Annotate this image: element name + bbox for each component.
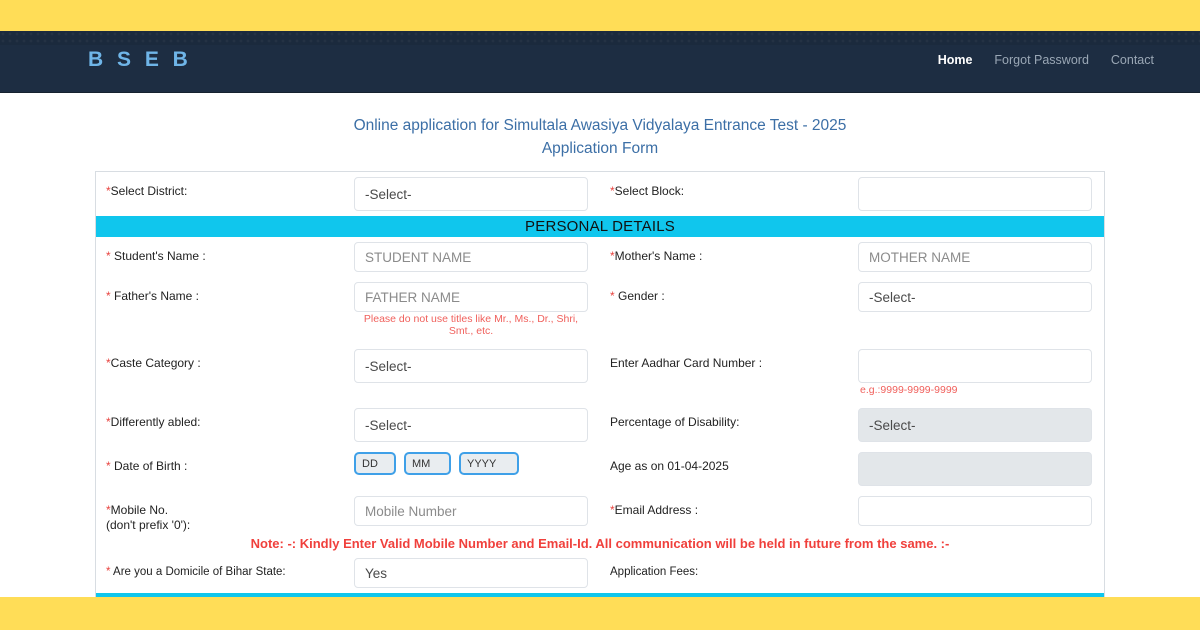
label-differently-abled: *Differently abled:: [106, 415, 201, 429]
field-group-dob: * Date of Birth : DD MM YYYY: [96, 447, 600, 491]
select-block[interactable]: [858, 177, 1092, 211]
label-application-fees: Application Fees:: [610, 566, 699, 578]
hint-no-titles: Please do not use titles like Mr., Ms., …: [363, 313, 579, 337]
input-wrap-father-name: FATHER NAME Please do not use titles lik…: [354, 277, 600, 344]
input-age: [858, 452, 1092, 486]
required-marker: *: [106, 249, 111, 263]
field-group-caste: *Caste Category : -Select-: [96, 344, 600, 403]
required-marker: *: [106, 459, 111, 473]
input-wrap-student-name: STUDENT NAME: [354, 237, 600, 277]
field-group-gender: * Gender : -Select-: [600, 277, 1104, 344]
page-title: Online application for Simultala Awasiya…: [0, 93, 1200, 160]
input-wrap-disability-percentage: -Select-: [858, 403, 1104, 447]
field-group-disability-percentage: Percentage of Disability: -Select-: [600, 403, 1104, 447]
select-differently-abled[interactable]: -Select-: [354, 408, 588, 442]
input-wrap-aadhar: e.g.:9999-9999-9999: [858, 344, 1104, 403]
site-header: B S E B Home Forgot Password Contact: [0, 31, 1200, 93]
label-student-name: * Student's Name :: [106, 249, 206, 263]
select-caste-category[interactable]: -Select-: [354, 349, 588, 383]
label-disability-percentage: Percentage of Disability:: [610, 415, 740, 429]
brand-logo[interactable]: B S E B: [88, 48, 192, 72]
field-group-student-name: * Student's Name : STUDENT NAME: [96, 237, 600, 277]
form-row-district-block: *Select District: -Select- *Select Block…: [96, 172, 1104, 216]
form-row-domicile-fees: * Are you a Domicile of Bihar State: Yes…: [96, 553, 1104, 593]
input-wrap-caste: -Select-: [354, 344, 600, 388]
label-father-name: * Father's Name :: [106, 289, 199, 303]
nav-item-home[interactable]: Home: [938, 53, 973, 67]
label-caste-category: *Caste Category :: [106, 356, 201, 370]
label-age: Age as on 01-04-2025: [610, 459, 729, 473]
input-wrap-application-fees: [858, 553, 1104, 563]
form-row-disability: *Differently abled: -Select- Percentage …: [96, 403, 1104, 447]
label-mother-name: *Mother's Name :: [610, 249, 703, 263]
label-district: *Select District:: [106, 184, 188, 198]
input-wrap-age: [858, 447, 1104, 491]
select-gender[interactable]: -Select-: [858, 282, 1092, 312]
top-accent-bar: [0, 0, 1200, 31]
input-wrap-dob: DD MM YYYY: [354, 447, 600, 480]
input-dob-month[interactable]: MM: [404, 452, 451, 475]
input-wrap-district: -Select-: [354, 172, 600, 216]
hint-aadhar-format: e.g.:9999-9999-9999: [860, 384, 958, 396]
date-of-birth-group: DD MM YYYY: [354, 452, 588, 475]
input-email-address[interactable]: [858, 496, 1092, 526]
contact-validation-note: Note: -: Kindly Enter Valid Mobile Numbe…: [250, 536, 950, 551]
label-email: *Email Address :: [610, 503, 699, 517]
page-title-line-1: Online application for Simultala Awasiya…: [353, 117, 847, 134]
input-father-name[interactable]: FATHER NAME: [354, 282, 588, 312]
field-group-mobile: *Mobile No. (don't prefix '0'): Mobile Nu…: [96, 491, 600, 533]
field-group-mother-name: *Mother's Name : MOTHER NAME: [600, 237, 1104, 277]
input-wrap-gender: -Select-: [858, 277, 1104, 317]
form-row-dob-age: * Date of Birth : DD MM YYYY Age as on 0…: [96, 447, 1104, 491]
required-marker: *: [106, 566, 111, 578]
form-row-father-gender: * Father's Name : FATHER NAME Please do …: [96, 277, 1104, 344]
required-marker: *: [610, 289, 615, 303]
select-domicile[interactable]: Yes: [354, 558, 588, 588]
input-student-name[interactable]: STUDENT NAME: [354, 242, 588, 272]
form-row-student-mother: * Student's Name : STUDENT NAME *Mother'…: [96, 237, 1104, 277]
field-group-district: *Select District: -Select-: [96, 172, 600, 216]
input-mobile-number[interactable]: Mobile Number: [354, 496, 588, 526]
field-group-age: Age as on 01-04-2025: [600, 447, 1104, 491]
select-disability-percentage[interactable]: -Select-: [858, 408, 1092, 442]
label-aadhar: Enter Aadhar Card Number :: [610, 356, 763, 370]
input-dob-year[interactable]: YYYY: [459, 452, 519, 475]
input-aadhar-number[interactable]: [858, 349, 1092, 383]
field-group-aadhar: Enter Aadhar Card Number : e.g.:9999-999…: [600, 344, 1104, 403]
nav-item-forgot-password[interactable]: Forgot Password: [994, 53, 1088, 67]
label-gender: * Gender :: [610, 289, 665, 303]
input-wrap-mother-name: MOTHER NAME: [858, 237, 1104, 277]
nav-item-contact[interactable]: Contact: [1111, 53, 1154, 67]
label-domicile: * Are you a Domicile of Bihar State:: [106, 566, 286, 578]
main-navigation: Home Forgot Password Contact: [938, 53, 1154, 67]
input-wrap-block: [858, 172, 1104, 216]
input-dob-day[interactable]: DD: [354, 452, 396, 475]
input-mother-name[interactable]: MOTHER NAME: [858, 242, 1092, 272]
input-wrap-mobile: Mobile Number: [354, 491, 600, 531]
field-group-domicile: * Are you a Domicile of Bihar State: Yes: [96, 553, 600, 593]
input-wrap-email: [858, 491, 1104, 531]
label-block: *Select Block:: [610, 184, 685, 198]
input-wrap-differently-abled: -Select-: [354, 403, 600, 447]
select-district[interactable]: -Select-: [354, 177, 588, 211]
label-mobile: *Mobile No. (don't prefix '0'):: [106, 503, 191, 532]
field-group-email: *Email Address :: [600, 491, 1104, 533]
input-wrap-domicile: Yes: [354, 553, 600, 593]
section-header-personal-details: PERSONAL DETAILS: [96, 216, 1104, 237]
page-title-line-2: Application Form: [541, 140, 659, 157]
field-group-application-fees: Application Fees:: [600, 553, 1104, 593]
field-group-block: *Select Block:: [600, 172, 1104, 216]
field-group-father-name: * Father's Name : FATHER NAME Please do …: [96, 277, 600, 344]
application-form: *Select District: -Select- *Select Block…: [95, 171, 1105, 630]
form-row-caste-aadhar: *Caste Category : -Select- Enter Aadhar …: [96, 344, 1104, 403]
label-date-of-birth: * Date of Birth :: [106, 459, 188, 473]
field-group-differently-abled: *Differently abled: -Select-: [96, 403, 600, 447]
bottom-accent-bar: [0, 597, 1200, 630]
form-row-mobile-email: *Mobile No. (don't prefix '0'): Mobile Nu…: [96, 491, 1104, 533]
required-marker: *: [106, 289, 111, 303]
